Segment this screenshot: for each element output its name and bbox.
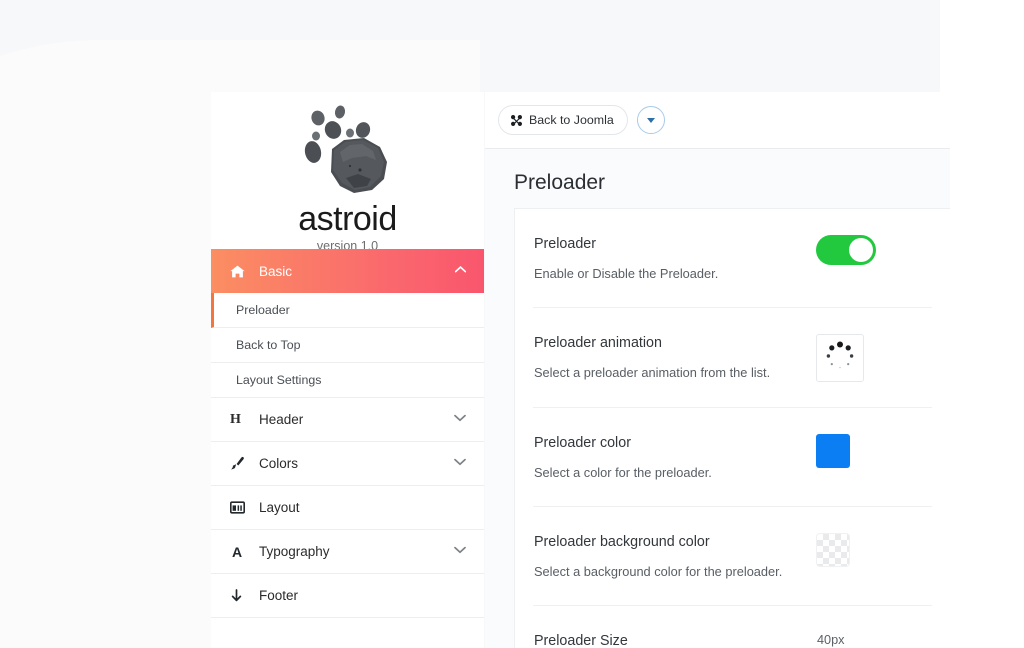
setting-description: Enable or Disable the Preloader. [534, 266, 719, 281]
arrow-down-icon [230, 588, 250, 603]
setting-description: Select a preloader animation from the li… [534, 365, 771, 380]
brand-name: astroid [298, 200, 397, 238]
setting-description: Select a color for the preloader. [534, 465, 712, 480]
setting-label: Preloader [534, 236, 596, 252]
font-icon: A [230, 545, 250, 559]
home-icon [230, 265, 250, 278]
sidebar-group-colors[interactable]: Colors [211, 442, 484, 486]
columns-icon [230, 501, 250, 514]
preloader-animation-swatch[interactable] [816, 334, 864, 382]
setting-description: Select a background color for the preloa… [534, 564, 783, 579]
toolbar-dropdown-button[interactable] [636, 106, 665, 134]
sidebar-group-layout[interactable]: Layout [211, 486, 484, 530]
toolbar: Back to Joomla [485, 92, 950, 149]
sidebar-group-label: Header [259, 412, 304, 427]
sidebar-group-typography[interactable]: A Typography [211, 530, 484, 574]
chevron-down-icon [454, 458, 466, 469]
setting-row-preloader-background-color: Preloader background color Select a back… [533, 507, 932, 606]
sidebar-item-preloader[interactable]: Preloader [211, 293, 484, 328]
setting-row-preloader-animation: Preloader animation Select a preloader a… [533, 308, 932, 408]
dot-circle-spinner-icon [823, 339, 857, 378]
main-content: Preloader Preloader Enable or Disable th… [485, 149, 950, 648]
asteroid-logo-icon [288, 100, 408, 204]
sidebar-group-basic[interactable]: Basic [211, 249, 484, 293]
back-to-joomla-button[interactable]: Back to Joomla [498, 105, 628, 135]
sidebar-group-footer[interactable]: Footer [211, 574, 484, 618]
back-to-joomla-label: Back to Joomla [529, 113, 614, 127]
setting-label: Preloader color [534, 435, 631, 451]
page-title: Preloader [514, 171, 606, 194]
preloader-color-swatch[interactable] [816, 434, 850, 468]
svg-text:A: A [232, 545, 242, 559]
setting-row-preloader-size: Preloader Size 40px [533, 606, 932, 648]
sidebar-item-label: Back to Top [236, 338, 301, 352]
sidebar-group-label: Layout [259, 500, 300, 515]
sidebar-group-label: Footer [259, 588, 299, 603]
sidebar-group-label: Colors [259, 456, 299, 471]
sidebar-item-layout-settings[interactable]: Layout Settings [211, 363, 484, 398]
sidebar-group-label: Typography [259, 544, 330, 559]
sidebar-item-back-to-top[interactable]: Back to Top [211, 328, 484, 363]
paint-brush-icon [230, 456, 250, 471]
chevron-down-icon [454, 546, 466, 557]
setting-label: Preloader background color [534, 534, 710, 550]
chevron-down-icon [454, 414, 466, 425]
joomla-icon [510, 114, 523, 127]
preloader-background-color-swatch[interactable] [816, 533, 850, 567]
setting-row-preloader-color: Preloader color Select a color for the p… [533, 408, 932, 507]
chevron-up-icon [454, 266, 467, 276]
sidebar-item-label: Layout Settings [236, 373, 322, 387]
sidebar: astroid version 1.0 Basic Preloader Back… [211, 92, 484, 648]
brand-block: astroid version 1.0 [211, 92, 484, 253]
setting-label: Preloader animation [534, 335, 662, 351]
sidebar-group-label: Basic [259, 263, 293, 279]
preloader-size-value: 40px [817, 633, 845, 647]
chevron-down-icon [646, 117, 655, 123]
heading-icon: H [230, 411, 241, 427]
sidebar-item-label: Preloader [236, 303, 290, 317]
setting-label: Preloader Size [534, 633, 628, 648]
preloader-toggle[interactable] [816, 235, 876, 265]
setting-row-preloader: Preloader Enable or Disable the Preloade… [533, 209, 932, 308]
settings-card: Preloader Enable or Disable the Preloade… [514, 208, 950, 648]
app-window: astroid version 1.0 Basic Preloader Back… [0, 0, 1024, 648]
toggle-knob [849, 238, 873, 262]
sidebar-group-header[interactable]: H Header [211, 398, 484, 442]
